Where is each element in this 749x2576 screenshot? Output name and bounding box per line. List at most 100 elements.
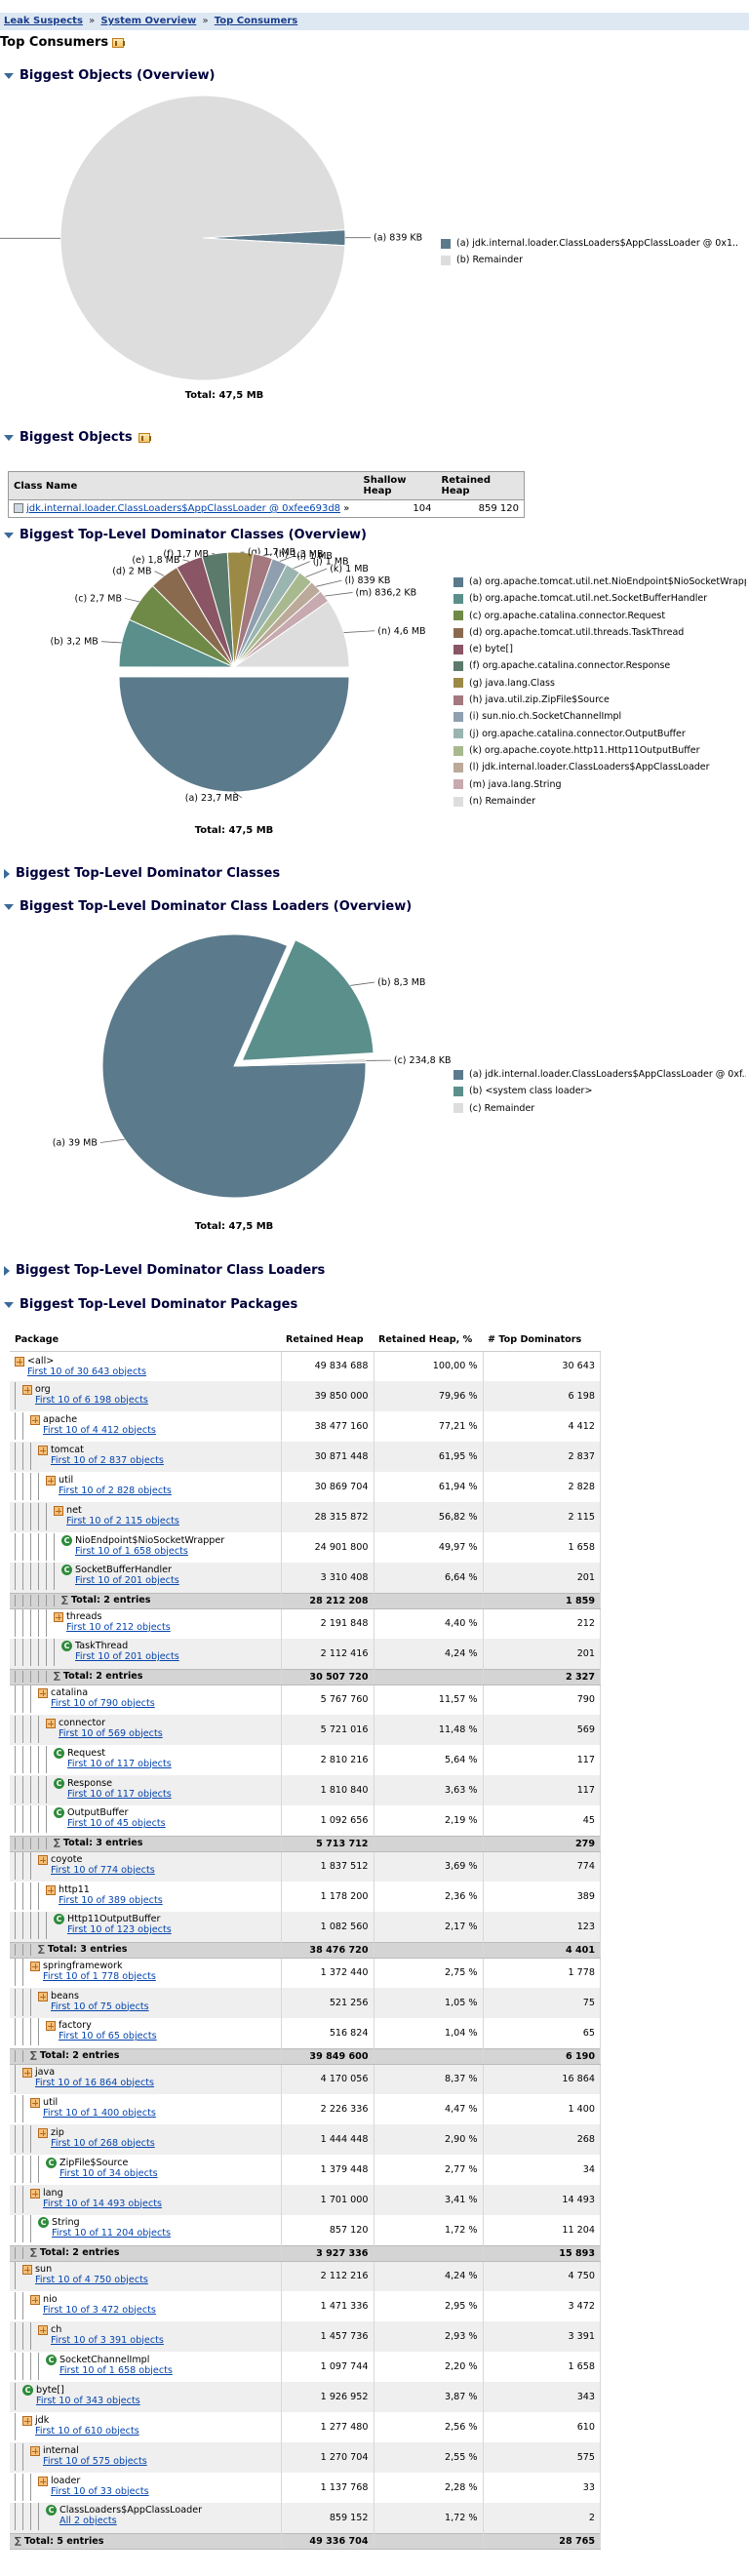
objects-link[interactable]: First 10 of 2 828 objects <box>59 1486 172 1496</box>
objects-link[interactable]: First 10 of 45 objects <box>67 1818 166 1829</box>
objects-link[interactable]: First 10 of 343 objects <box>36 2396 140 2406</box>
package-icon[interactable] <box>30 2445 40 2456</box>
objects-link[interactable]: First 10 of 30 643 objects <box>27 1367 146 1377</box>
package-icon[interactable] <box>46 1718 56 1728</box>
table-row: threads First 10 of 212 objects 2 191 848 4… <box>10 1608 601 1639</box>
objects-link[interactable]: First 10 of 117 objects <box>67 1759 172 1769</box>
objects-link[interactable]: First 10 of 1 658 objects <box>75 1546 224 1557</box>
package-icon[interactable] <box>38 1687 48 1698</box>
objects-link[interactable]: First 10 of 65 objects <box>59 2031 157 2041</box>
tree-guide-line <box>30 1988 38 2016</box>
tree-guide-line <box>22 1988 30 2016</box>
package-icon[interactable] <box>54 1611 63 1622</box>
package-icon[interactable] <box>54 1505 63 1516</box>
objects-link[interactable]: First 10 of 575 objects <box>43 2456 147 2467</box>
objects-link[interactable]: First 10 of 212 objects <box>66 1622 171 1633</box>
tree-guide-line <box>15 2018 22 2046</box>
package-icon[interactable] <box>15 1356 24 1367</box>
objects-link[interactable]: First 10 of 201 objects <box>75 1575 179 1586</box>
objects-link[interactable]: First 10 of 33 objects <box>51 2486 149 2497</box>
package-icon[interactable] <box>46 1475 56 1486</box>
package-icon[interactable] <box>30 1414 40 1425</box>
package-icon[interactable] <box>38 2476 48 2486</box>
legend-swatch <box>453 627 463 638</box>
objects-link[interactable]: First 10 of 16 864 objects <box>35 2078 154 2088</box>
column-header-retained-heap[interactable]: Retained Heap <box>281 1329 374 1352</box>
objects-link[interactable]: First 10 of 268 objects <box>51 2138 155 2149</box>
objects-link[interactable]: First 10 of 6 198 objects <box>35 1395 148 1406</box>
column-header-top-dominators[interactable]: # Top Dominators <box>483 1329 601 1352</box>
section-class-loaders-overview[interactable]: Biggest Top-Level Dominator Class Loader… <box>4 899 412 914</box>
package-icon[interactable] <box>38 1445 48 1455</box>
package-icon[interactable] <box>38 2127 48 2138</box>
package-icon[interactable] <box>22 2067 32 2078</box>
objects-link[interactable]: First 10 of 1 778 objects <box>43 1971 156 1982</box>
chart-icon[interactable] <box>138 432 151 443</box>
column-header[interactable]: Retained Heap <box>436 471 525 500</box>
objects-link[interactable]: First 10 of 2 115 objects <box>66 1516 179 1526</box>
section-biggest-objects[interactable]: Biggest Objects <box>4 430 151 445</box>
top-dominators-cell: 212 <box>483 1608 601 1639</box>
objects-link[interactable]: First 10 of 14 493 objects <box>43 2199 162 2209</box>
tree-guide-line <box>30 1563 38 1591</box>
section-dominator-classes[interactable]: Biggest Top-Level Dominator Classes <box>4 866 280 881</box>
package-icon[interactable] <box>22 2264 32 2275</box>
tree-guide-line <box>15 2094 22 2122</box>
breadcrumb-leak-suspects[interactable]: Leak Suspects <box>4 16 83 26</box>
objects-link[interactable]: First 10 of 389 objects <box>59 1895 163 1906</box>
objects-link[interactable]: First 10 of 2 837 objects <box>51 1455 164 1466</box>
tree-guide-line <box>15 1958 22 1986</box>
package-icon[interactable] <box>30 2188 40 2199</box>
tree-guide-line <box>30 1882 38 1910</box>
package-icon[interactable] <box>38 1854 48 1865</box>
objects-link[interactable]: First 10 of 34 objects <box>59 2168 158 2179</box>
tree-guide-line <box>22 1838 30 1849</box>
column-header[interactable]: Shallow Heap <box>358 471 437 500</box>
chart-icon[interactable] <box>112 37 126 48</box>
objects-link[interactable]: First 10 of 201 objects <box>75 1651 179 1662</box>
object-link[interactable]: jdk.internal.loader.ClassLoaders$AppClas… <box>26 503 340 514</box>
objects-link[interactable]: First 10 of 1 658 objects <box>59 2365 173 2376</box>
objects-link[interactable]: First 10 of 3 391 objects <box>51 2335 164 2346</box>
objects-link[interactable]: First 10 of 3 472 objects <box>43 2305 156 2316</box>
package-icon[interactable] <box>46 2021 56 2032</box>
package-cell: nio First 10 of 3 472 objects <box>10 2291 282 2321</box>
column-header-package[interactable]: Package <box>10 1329 281 1352</box>
retained-heap-cell: 1 926 952 <box>281 2382 374 2412</box>
package-icon[interactable] <box>38 2324 48 2335</box>
objects-link[interactable]: First 10 of 774 objects <box>51 1865 155 1876</box>
package-icon[interactable] <box>30 1961 40 1971</box>
package-icon[interactable] <box>46 1884 56 1895</box>
retained-heap-pct-cell: 6,64 % <box>374 1563 484 1593</box>
retained-heap-cell: 30 507 720 <box>281 1668 374 1685</box>
objects-link[interactable]: First 10 of 1 400 objects <box>43 2108 156 2119</box>
objects-link[interactable]: First 10 of 11 204 objects <box>52 2228 171 2239</box>
objects-link[interactable]: First 10 of 610 objects <box>35 2426 139 2437</box>
objects-link[interactable]: First 10 of 790 objects <box>51 1698 155 1709</box>
section-dominator-classes-overview[interactable]: Biggest Top-Level Dominator Classes (Ove… <box>4 528 367 542</box>
table-row: loader First 10 of 33 objects 1 137 768 2,2… <box>10 2473 601 2503</box>
package-icon[interactable] <box>30 2097 40 2108</box>
section-biggest-objects-overview[interactable]: Biggest Objects (Overview) <box>4 68 215 83</box>
package-icon[interactable] <box>22 1384 32 1395</box>
section-packages[interactable]: Biggest Top-Level Dominator Packages <box>4 1297 297 1312</box>
package-icon[interactable] <box>38 1991 48 2001</box>
objects-link[interactable]: First 10 of 75 objects <box>51 2001 149 2012</box>
slice-label-a: (a) 839 KB <box>374 233 422 244</box>
section-class-loaders[interactable]: Biggest Top-Level Dominator Class Loader… <box>4 1263 325 1278</box>
objects-link[interactable]: First 10 of 4 412 objects <box>43 1425 156 1436</box>
objects-link[interactable]: First 10 of 569 objects <box>59 1728 163 1739</box>
breadcrumb-top-consumers[interactable]: Top Consumers <box>215 16 298 26</box>
retained-heap-cell: 39 850 000 <box>281 1381 374 1411</box>
retained-heap-cell: 859 120 <box>478 503 519 514</box>
package-icon[interactable] <box>30 2294 40 2305</box>
column-header-retained-heap-pct[interactable]: Retained Heap, % <box>374 1329 483 1352</box>
breadcrumb-system-overview[interactable]: System Overview <box>100 16 196 26</box>
column-header[interactable]: Class Name <box>8 471 359 500</box>
objects-link[interactable]: First 10 of 123 objects <box>67 1924 172 1935</box>
objects-link[interactable]: All 2 objects <box>59 2516 202 2526</box>
objects-link[interactable]: First 10 of 4 750 objects <box>35 2275 148 2285</box>
package-icon[interactable] <box>22 2415 32 2426</box>
objects-link[interactable]: First 10 of 117 objects <box>67 1789 172 1800</box>
menu-icon[interactable]: » <box>343 503 349 514</box>
